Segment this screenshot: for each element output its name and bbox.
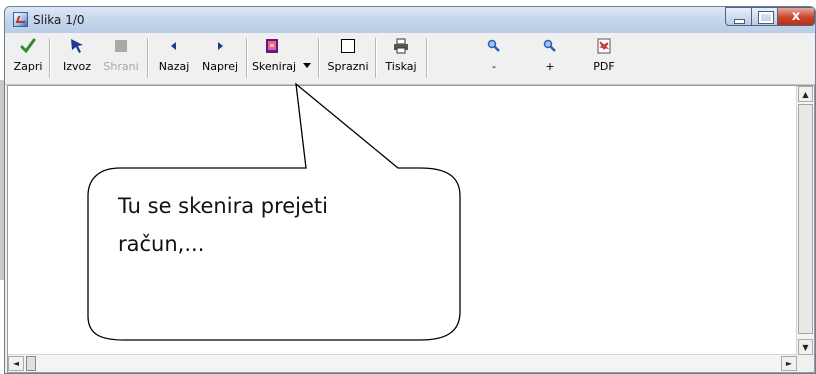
callout-line-1: Tu se skenira prejeti xyxy=(118,194,328,218)
callout-text: Tu se skenira prejeti račun,... xyxy=(118,187,438,263)
callout-line-2: račun,... xyxy=(118,232,205,256)
